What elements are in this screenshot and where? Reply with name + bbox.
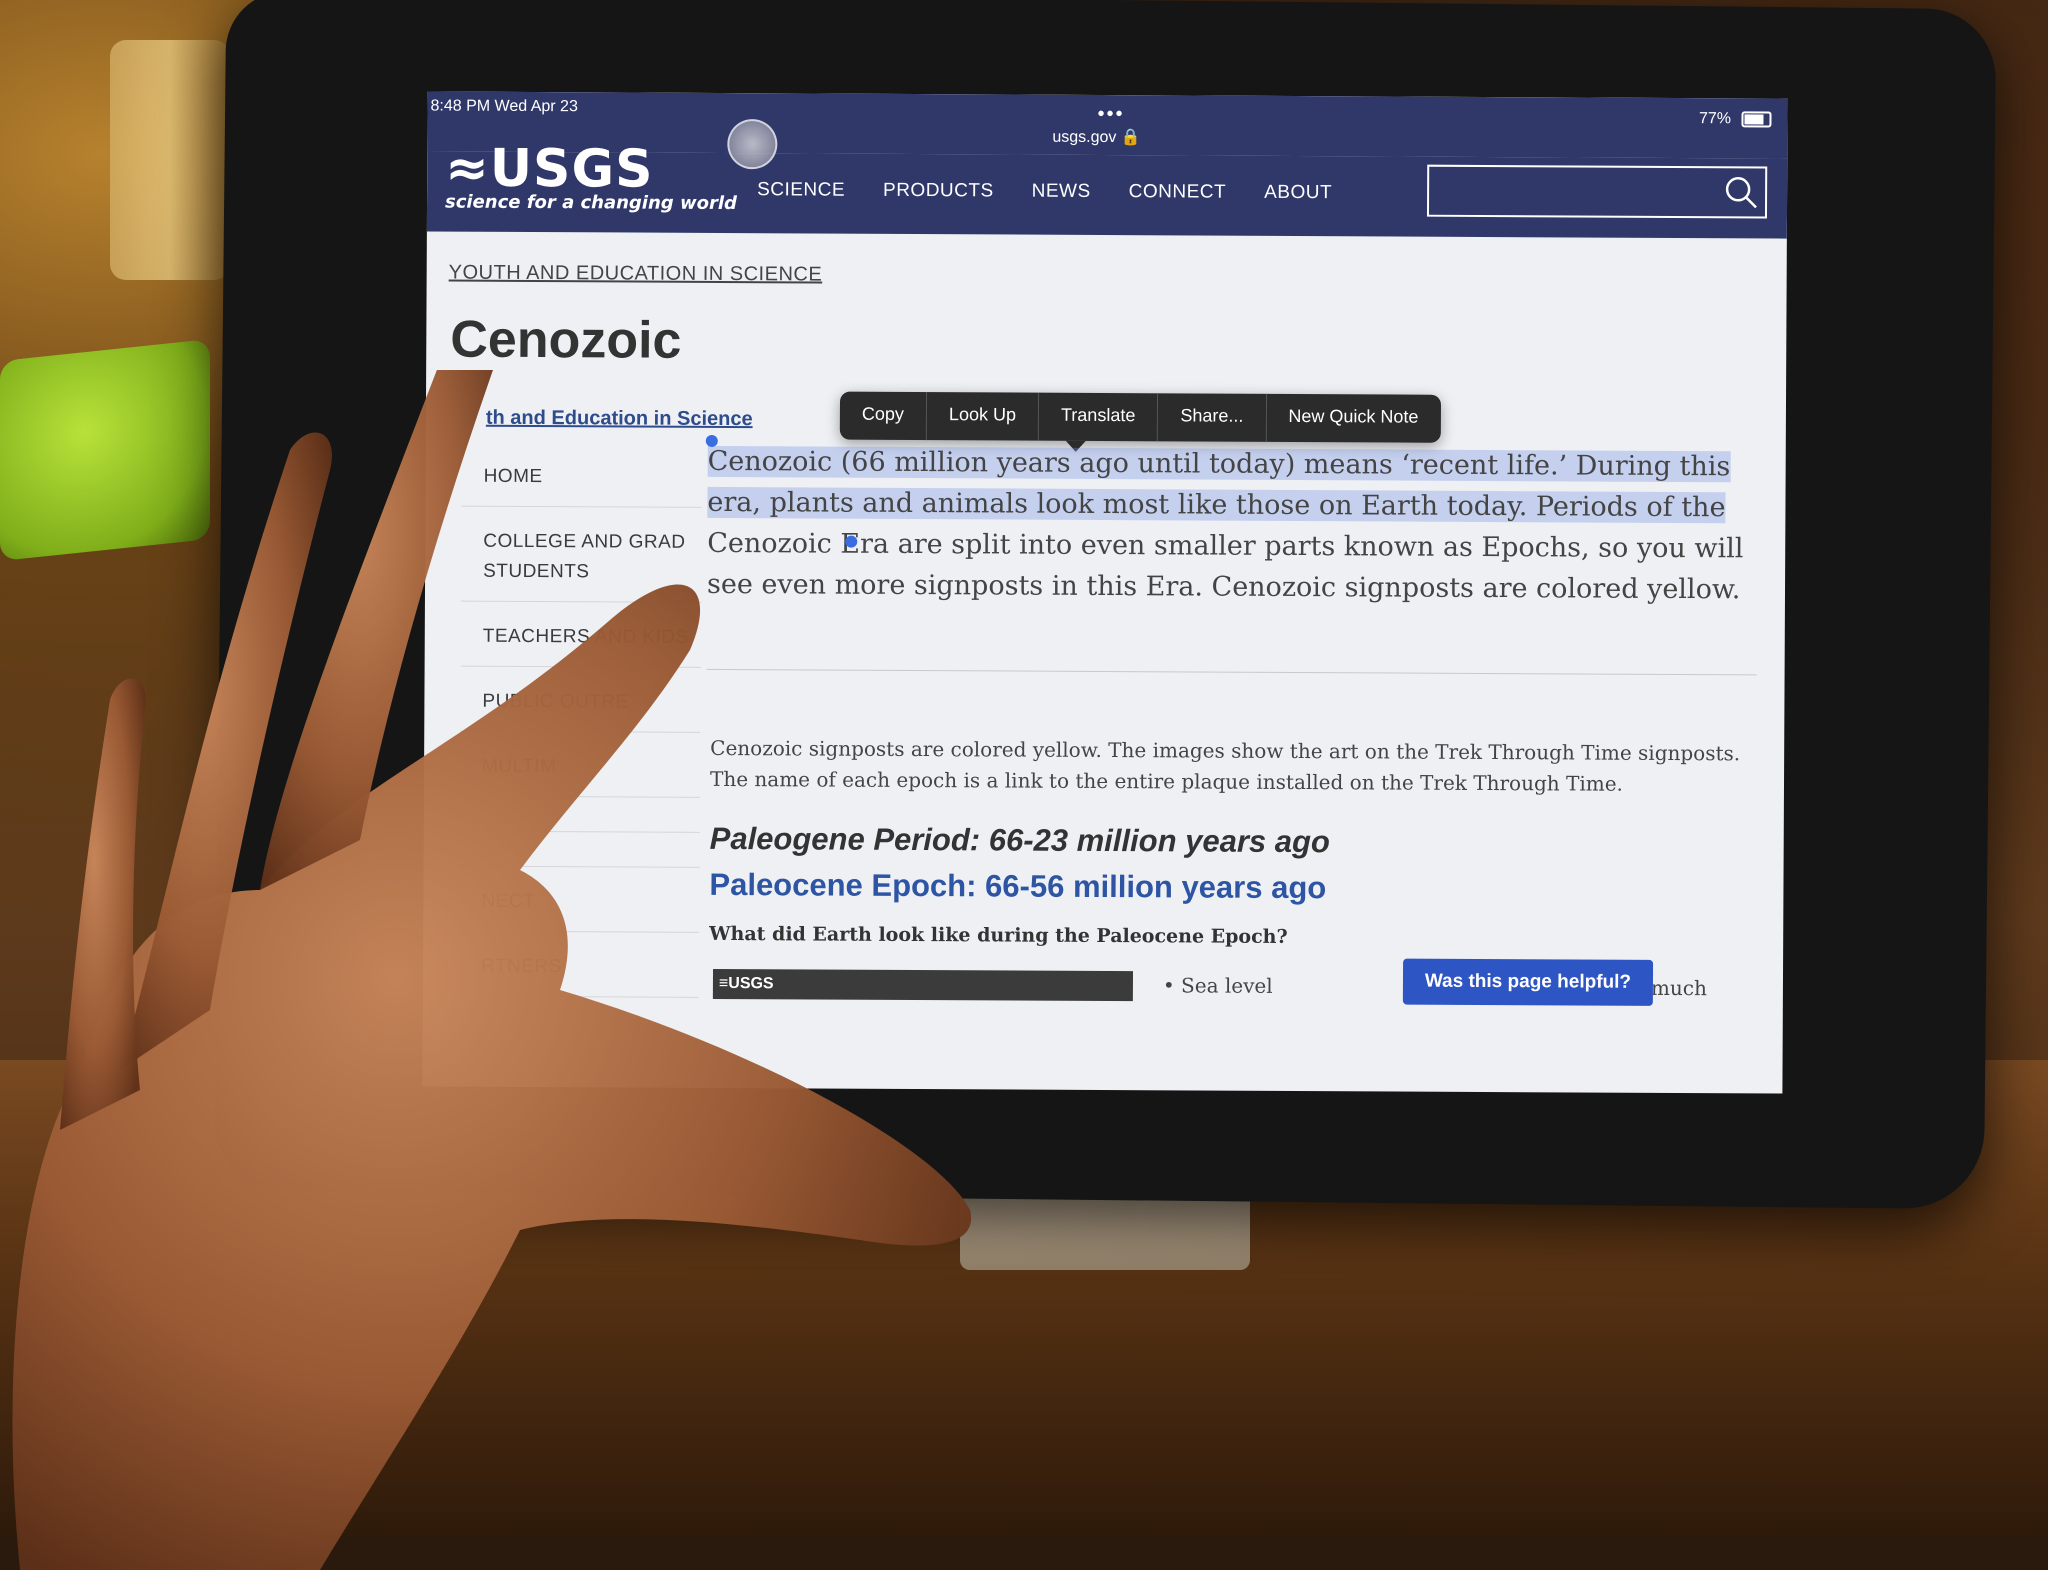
breadcrumb[interactable]: YOUTH AND EDUCATION IN SCIENCE: [449, 262, 823, 287]
sidebar-nav: HOME COLLEGE AND GRAD STUDENTS TEACHERS …: [458, 441, 702, 998]
nav-about[interactable]: ABOUT: [1264, 182, 1332, 204]
text-selection-menu: Copy Look Up Translate Share... New Quic…: [839, 391, 1441, 443]
selected-text[interactable]: Cenozoic (66 million years ago until tod…: [707, 445, 1731, 524]
sidebar-item-connect[interactable]: NECT: [459, 866, 700, 933]
plaque-image[interactable]: ≡USGS: [712, 968, 1134, 1002]
menu-translate[interactable]: Translate: [1038, 392, 1159, 442]
main-nav: SCIENCE PRODUCTS NEWS CONNECT ABOUT: [757, 179, 1332, 204]
nav-science[interactable]: SCIENCE: [757, 179, 845, 201]
multitask-dots[interactable]: •••: [1097, 103, 1124, 126]
section-divider: [706, 668, 1757, 676]
sidebar-item-hidden-1[interactable]: [459, 796, 700, 833]
sidebar-item-hidden-2[interactable]: [459, 831, 700, 868]
logo-tagline: science for a changing world: [444, 191, 737, 215]
bullet-text-end: much: [1650, 975, 1707, 1001]
sidebar-item-home[interactable]: HOME: [461, 441, 702, 508]
battery-status: 77%: [1699, 110, 1772, 128]
nav-connect[interactable]: CONNECT: [1129, 181, 1227, 204]
menu-new-quick-note[interactable]: New Quick Note: [1266, 394, 1440, 443]
selection-end-handle[interactable]: [845, 535, 858, 548]
period-heading: Paleogene Period: 66-23 million years ag…: [709, 820, 1331, 860]
sidebar-item-public-outreach[interactable]: PUBLIC OUTRE: [460, 666, 701, 733]
page-helpful-button[interactable]: Was this page helpful?: [1402, 958, 1654, 1006]
battery-percent: 77%: [1698, 110, 1732, 128]
logo-wordmark: ≈USGS: [445, 138, 654, 200]
intro-paragraph[interactable]: Cenozoic (66 million years ago until tod…: [707, 441, 1768, 611]
usgs-logo[interactable]: ≈USGS science for a changing world: [444, 138, 737, 215]
search-icon[interactable]: [1723, 174, 1759, 210]
green-sponge: [0, 338, 210, 562]
search-input[interactable]: [1426, 164, 1768, 219]
sidebar-item-teachers-kids[interactable]: TEACHERS AND KIDS: [460, 601, 701, 668]
nav-news[interactable]: NEWS: [1032, 181, 1091, 203]
signpost-description: Cenozoic signposts are colored yellow. T…: [709, 735, 1741, 796]
url-label[interactable]: usgs.gov 🔒: [1052, 127, 1141, 147]
menu-share[interactable]: Share...: [1158, 393, 1267, 442]
unselected-text: Cenozoic Era are split into even smaller…: [706, 527, 1744, 606]
sidebar-item-partners[interactable]: RTNERS: [458, 931, 700, 998]
site-header: ≈USGS science for a changing world SCIEN…: [426, 139, 1788, 239]
touch-indicator: [727, 119, 778, 170]
sidebar-item-college-grad[interactable]: COLLEGE AND GRAD STUDENTS: [460, 506, 702, 603]
menu-look-up[interactable]: Look Up: [926, 392, 1040, 441]
battery-icon: [1741, 111, 1772, 128]
epoch-link[interactable]: Paleocene Epoch: 66-56 million years ago: [709, 867, 1326, 906]
status-time: 8:48 PM Wed Apr 23: [430, 97, 578, 116]
menu-copy[interactable]: Copy: [839, 391, 928, 441]
section-link[interactable]: th and Education in Science: [486, 407, 753, 431]
page-title: Cenozoic: [450, 310, 682, 370]
selection-start-handle[interactable]: [705, 434, 718, 447]
sidebar-item-multimedia[interactable]: MULTIM: [459, 731, 701, 798]
nav-products[interactable]: PRODUCTS: [883, 180, 994, 203]
epoch-question: What did Earth look like during the Pale…: [709, 922, 1288, 948]
ipad-screen: 8:48 PM Wed Apr 23 ••• usgs.gov 🔒 77% ≈U…: [422, 91, 1788, 1094]
bullet-text-start: • Sea level: [1162, 973, 1273, 998]
background-jar: [110, 40, 230, 280]
